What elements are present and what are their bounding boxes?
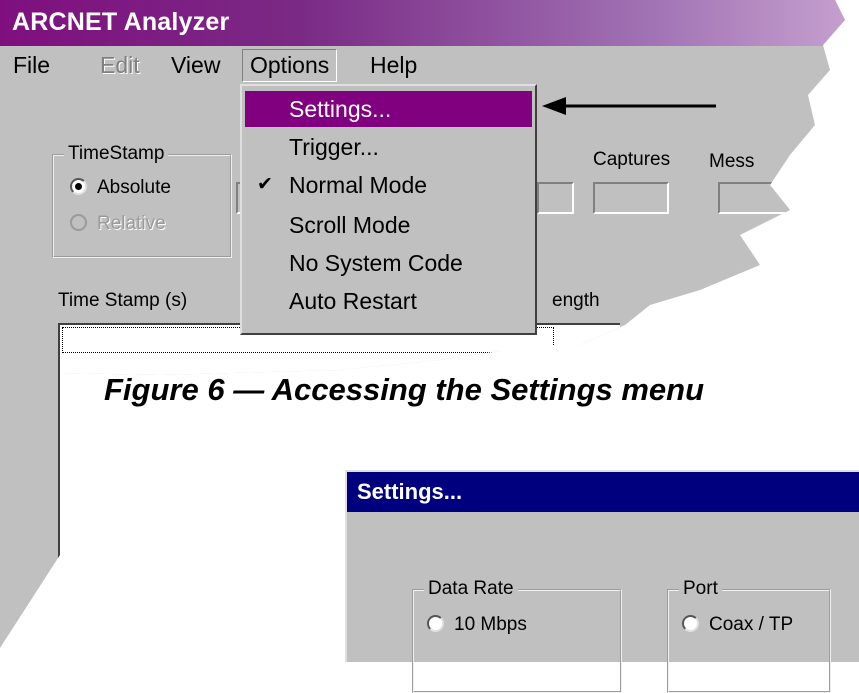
- radio-relative-label: Relative: [97, 213, 166, 234]
- messages-field: [718, 182, 794, 214]
- radio-unselected-icon: [682, 615, 699, 632]
- port-group: Port: [667, 578, 831, 693]
- menu-item-trigger-label: Trigger...: [289, 134, 379, 160]
- menu-options[interactable]: Options: [242, 49, 338, 82]
- left-arrow-icon: [542, 97, 716, 115]
- radio-10mbps-label: 10 Mbps: [454, 614, 527, 635]
- menu-item-no-system-code[interactable]: No System Code: [245, 245, 532, 281]
- menu-item-settings[interactable]: Settings...: [245, 91, 532, 127]
- radio-relative[interactable]: Relative: [70, 213, 166, 235]
- menu-help[interactable]: Help: [362, 49, 425, 82]
- data-rate-legend: Data Rate: [424, 578, 518, 600]
- menu-item-normal-mode[interactable]: ✔ Normal Mode: [245, 167, 532, 203]
- menu-item-settings-label: Settings...: [289, 96, 392, 122]
- title-bar: ARCNET Analyzer: [0, 0, 845, 46]
- menu-view[interactable]: View: [163, 49, 228, 82]
- window-title: ARCNET Analyzer: [12, 8, 230, 36]
- column-timestamp: Time Stamp (s): [58, 290, 188, 311]
- menu-item-normal-mode-label: Normal Mode: [289, 172, 428, 198]
- port-legend: Port: [679, 578, 722, 600]
- dialog-title: Settings...: [357, 479, 463, 504]
- column-length: ength: [552, 290, 600, 311]
- menu-file[interactable]: File: [5, 49, 58, 82]
- radio-unselected-icon: [427, 615, 444, 632]
- data-rate-group: Data Rate: [412, 578, 622, 693]
- timestamp-group: TimeStamp: [52, 143, 232, 258]
- checkmark-icon: ✔: [257, 174, 273, 195]
- counter-field-2: [537, 182, 574, 214]
- messages-label: Mess: [709, 151, 755, 172]
- radio-absolute[interactable]: Absolute: [70, 177, 171, 199]
- menu-edit[interactable]: Edit: [92, 49, 148, 82]
- dialog-title-bar: Settings...: [347, 472, 859, 512]
- menu-item-trigger[interactable]: Trigger...: [245, 129, 532, 165]
- figure-caption: Figure 6 — Accessing the Settings menu: [104, 372, 705, 407]
- radio-absolute-label: Absolute: [97, 177, 171, 198]
- menu-bar: File Edit View Options Help: [0, 46, 845, 82]
- radio-selected-icon: [70, 178, 87, 195]
- settings-dialog: Settings... Data Rate 10 Mbps Port Coax …: [345, 470, 859, 693]
- captures-field: [593, 182, 669, 214]
- menu-item-scroll-mode[interactable]: Scroll Mode: [245, 207, 532, 243]
- menu-item-no-system-code-label: No System Code: [289, 250, 463, 276]
- timestamp-group-legend: TimeStamp: [64, 143, 169, 165]
- radio-10mbps[interactable]: 10 Mbps: [427, 614, 527, 636]
- radio-unselected-icon: [70, 214, 87, 231]
- menu-item-auto-restart-label: Auto Restart: [289, 288, 417, 314]
- options-menu: Settings... Trigger... ✔ Normal Mode Scr…: [240, 84, 537, 335]
- menu-item-scroll-mode-label: Scroll Mode: [289, 212, 411, 238]
- radio-coax-tp[interactable]: Coax / TP: [682, 614, 793, 636]
- captures-label: Captures: [593, 149, 671, 170]
- radio-coax-tp-label: Coax / TP: [709, 614, 794, 635]
- menu-item-auto-restart[interactable]: Auto Restart: [245, 283, 532, 319]
